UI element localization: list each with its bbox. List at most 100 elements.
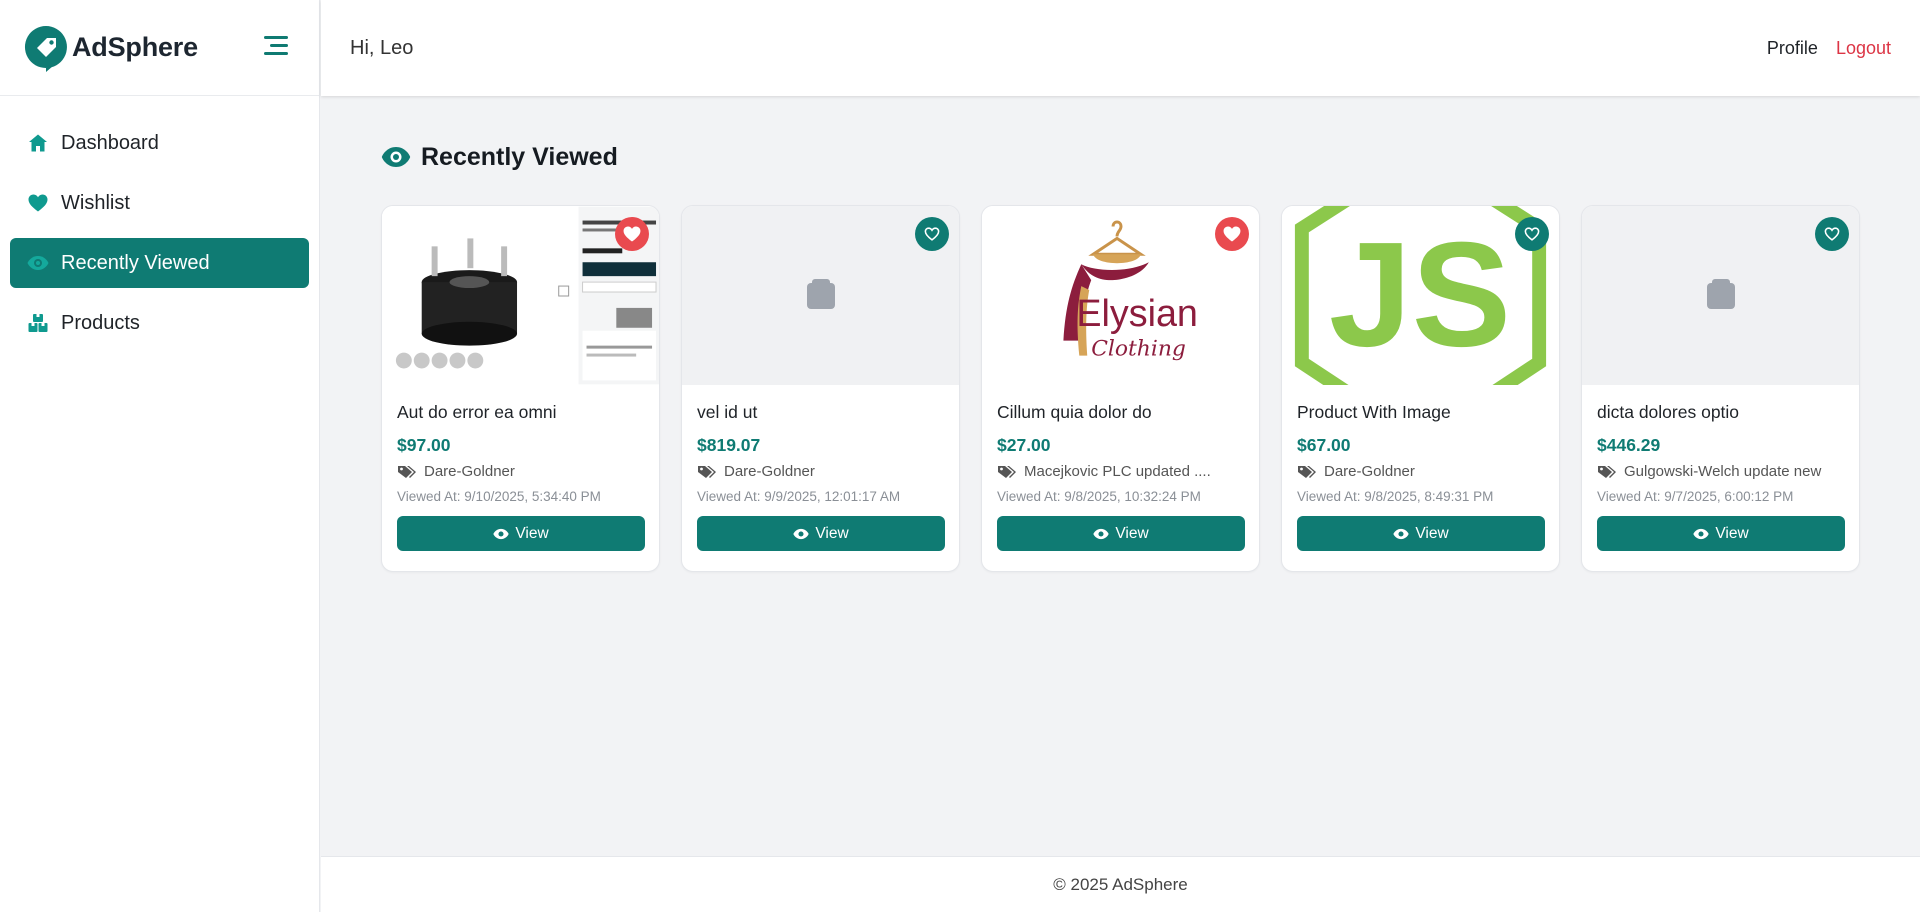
vendor-name: Dare-Goldner: [424, 463, 515, 480]
tags-icon: [397, 465, 417, 479]
product-name: Cillum quia dolor do: [997, 402, 1152, 422]
greeting: Hi, Leo: [350, 36, 414, 59]
viewed-at: Viewed At: 9/8/2025, 10:32:24 PM: [997, 489, 1201, 504]
heart-icon: [27, 192, 49, 214]
product-price: $67.00: [1297, 435, 1351, 455]
product-card: dicta dolores optio $446.29 Gulgowski-We…: [1581, 205, 1860, 572]
product-name: dicta dolores optio: [1597, 402, 1740, 422]
viewed-at: Viewed At: 9/8/2025, 8:49:31 PM: [1297, 489, 1494, 504]
eye-icon: [1093, 528, 1109, 540]
tags-icon: [697, 465, 717, 479]
svg-text:JS: JS: [1329, 211, 1511, 378]
product-price: $819.07: [697, 435, 761, 455]
brand-name: AdSphere: [72, 32, 198, 62]
section-header: Recently Viewed: [381, 142, 618, 172]
view-button[interactable]: View: [1297, 516, 1545, 551]
card-body: Cillum quia dolor do $27.00 Macejkovic P…: [982, 385, 1259, 551]
vendor-name: Dare-Goldner: [1324, 463, 1415, 480]
sidebar-item-recently-viewed[interactable]: Recently Viewed: [10, 238, 309, 288]
view-button[interactable]: View: [1597, 516, 1845, 551]
sidebar-nav: Dashboard Wishlist Recently Viewed Produ…: [0, 96, 319, 348]
tags-icon: [1597, 465, 1617, 479]
product-card: JS Product With Image $67.00 Dare-Goldne…: [1281, 205, 1560, 572]
product-vendor: Macejkovic PLC updated ....: [997, 463, 1244, 480]
top-header: Hi, Leo Profile Logout: [321, 0, 1920, 96]
product-image[interactable]: [1582, 206, 1859, 385]
image-placeholder-icon: [1706, 278, 1735, 309]
view-button-label: View: [515, 524, 549, 542]
product-name: Product With Image: [1297, 402, 1451, 422]
eye-icon: [381, 142, 411, 172]
copyright-text: © 2025 AdSphere: [1053, 874, 1188, 894]
product-vendor: Dare-Goldner: [697, 463, 944, 480]
viewed-at: Viewed At: 9/9/2025, 12:01:17 AM: [697, 489, 901, 504]
menu-toggle-icon[interactable]: [264, 36, 288, 58]
product-card: vel id ut $819.07 Dare-Goldner Viewed At…: [681, 205, 960, 572]
eye-icon: [1393, 528, 1409, 540]
product-image[interactable]: [682, 206, 959, 385]
vendor-name: Gulgowski-Welch update new: [1624, 463, 1822, 480]
svg-text:Elysian: Elysian: [1076, 292, 1198, 334]
eye-icon: [1693, 528, 1709, 540]
wishlist-toggle-button[interactable]: [1215, 217, 1249, 251]
product-vendor: Dare-Goldner: [1297, 463, 1544, 480]
sidebar: AdSphere Dashboard Wishlist Recently Vie…: [0, 0, 320, 912]
product-card: Elysian Clothing Cillum quia dolor do $2…: [981, 205, 1260, 572]
logout-link[interactable]: Logout: [1836, 38, 1891, 59]
card-body: dicta dolores optio $446.29 Gulgowski-We…: [1582, 385, 1859, 551]
profile-link[interactable]: Profile: [1767, 38, 1818, 59]
vendor-name: Macejkovic PLC updated ....: [1024, 463, 1211, 480]
tags-icon: [1297, 465, 1317, 479]
product-cards: Aut do error ea omni $97.00 Dare-Goldner…: [381, 205, 1860, 572]
product-vendor: Dare-Goldner: [397, 463, 644, 480]
eye-icon: [27, 252, 49, 274]
product-vendor: Gulgowski-Welch update new: [1597, 463, 1844, 480]
brand: AdSphere: [0, 0, 319, 96]
image-placeholder-icon: [806, 278, 835, 309]
sidebar-item-dashboard[interactable]: Dashboard: [10, 118, 309, 168]
view-button[interactable]: View: [697, 516, 945, 551]
eye-icon: [793, 528, 809, 540]
main-content: Recently Viewed Aut do error ea omni $97…: [321, 96, 1920, 856]
svg-text:Clothing: Clothing: [1091, 337, 1186, 362]
view-button[interactable]: View: [397, 516, 645, 551]
card-body: Product With Image $67.00 Dare-Goldner V…: [1282, 385, 1559, 551]
viewed-at: Viewed At: 9/7/2025, 6:00:12 PM: [1597, 489, 1794, 504]
sidebar-item-label: Recently Viewed: [61, 251, 210, 274]
header-actions: Profile Logout: [1767, 38, 1891, 59]
view-button[interactable]: View: [997, 516, 1245, 551]
view-button-label: View: [815, 524, 849, 542]
wishlist-toggle-button[interactable]: [615, 217, 649, 251]
brand-logo-icon[interactable]: [22, 24, 70, 72]
boxes-icon: [27, 312, 49, 334]
product-image[interactable]: [382, 206, 659, 385]
card-body: Aut do error ea omni $97.00 Dare-Goldner…: [382, 385, 659, 551]
product-price: $27.00: [997, 435, 1051, 455]
sidebar-item-wishlist[interactable]: Wishlist: [10, 178, 309, 228]
product-price: $446.29: [1597, 435, 1661, 455]
tags-icon: [997, 465, 1017, 479]
sidebar-item-products[interactable]: Products: [10, 298, 309, 348]
viewed-at: Viewed At: 9/10/2025, 5:34:40 PM: [397, 489, 601, 504]
home-icon: [27, 132, 49, 154]
card-body: vel id ut $819.07 Dare-Goldner Viewed At…: [682, 385, 959, 551]
wishlist-toggle-button[interactable]: [1815, 217, 1849, 251]
product-image[interactable]: JS: [1282, 206, 1559, 385]
product-name: Aut do error ea omni: [397, 402, 557, 422]
view-button-label: View: [1715, 524, 1749, 542]
sidebar-item-label: Dashboard: [61, 131, 159, 154]
eye-icon: [493, 528, 509, 540]
view-button-label: View: [1115, 524, 1149, 542]
page-title: Recently Viewed: [421, 142, 618, 171]
view-button-label: View: [1415, 524, 1449, 542]
product-card: Aut do error ea omni $97.00 Dare-Goldner…: [381, 205, 660, 572]
sidebar-item-label: Wishlist: [61, 191, 130, 214]
product-price: $97.00: [397, 435, 451, 455]
vendor-name: Dare-Goldner: [724, 463, 815, 480]
wishlist-toggle-button[interactable]: [915, 217, 949, 251]
footer: © 2025 AdSphere: [321, 856, 1920, 912]
sidebar-item-label: Products: [61, 311, 140, 334]
wishlist-toggle-button[interactable]: [1515, 217, 1549, 251]
product-image[interactable]: Elysian Clothing: [982, 206, 1259, 385]
product-name: vel id ut: [697, 402, 758, 422]
